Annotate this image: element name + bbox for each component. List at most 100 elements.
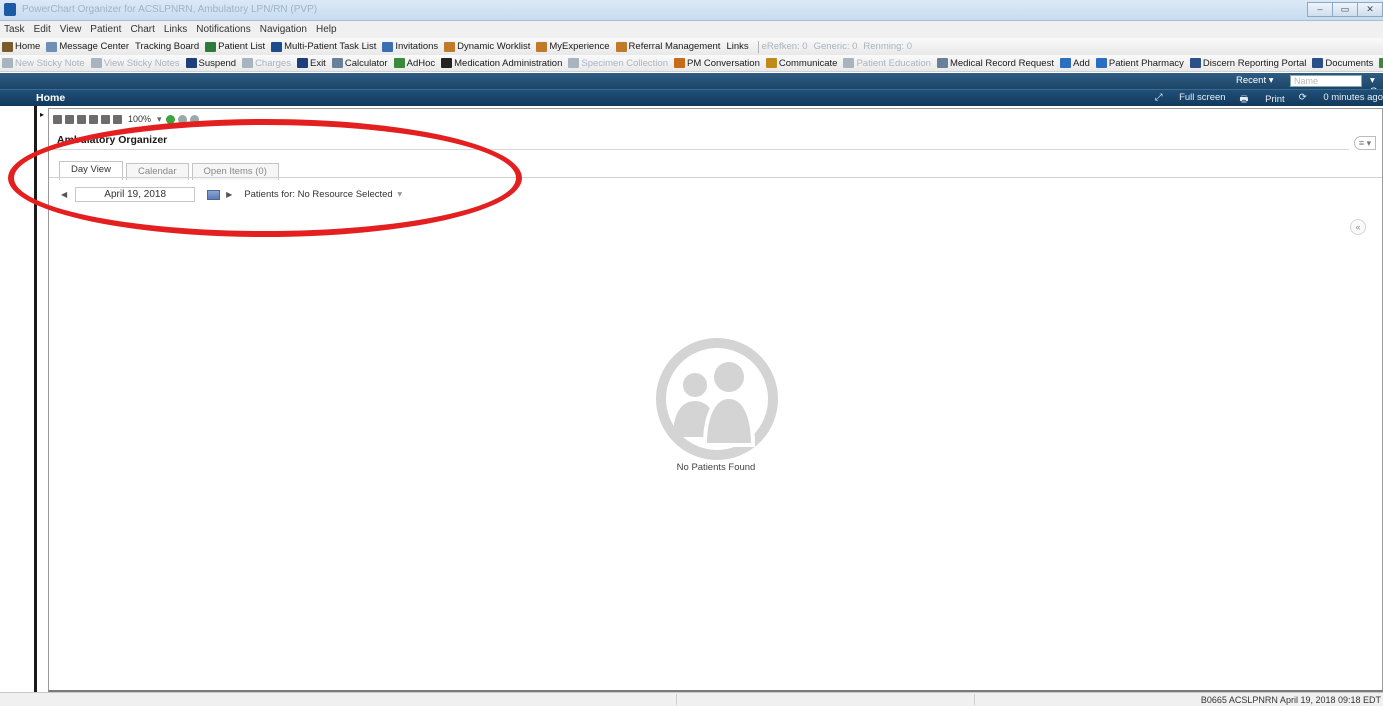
toolbar-item-label: Multi-Patient Task List	[284, 41, 377, 52]
collapse-panel-button[interactable]: «	[1350, 219, 1366, 235]
calculator-icon	[331, 58, 343, 68]
toolbar-counter[interactable]: Generic: 0	[814, 41, 858, 52]
toolbar-item-label: Documents	[1325, 57, 1374, 69]
status-divider	[974, 694, 975, 705]
menu-navigation[interactable]: Navigation	[260, 24, 307, 35]
toolbar1-links-button[interactable]: Links	[726, 41, 748, 52]
toolbar2-patient-education-button[interactable]: Patient Education	[843, 58, 931, 69]
toolbar-item-label: Discern Reporting Portal	[1202, 57, 1307, 69]
toolbar1-invitations-button[interactable]: Invitations	[382, 41, 438, 52]
toolbar2-patient-pharmacy-button[interactable]: Patient Pharmacy	[1095, 57, 1184, 69]
toolbar1-dynamic-worklist-button[interactable]: Dynamic Worklist	[444, 41, 530, 52]
record-request-icon	[936, 58, 948, 68]
full-screen-button[interactable]: ⤢ Full screen	[1155, 92, 1226, 108]
print-preview-icon[interactable]	[77, 114, 86, 124]
toolbar1-referral-management-button[interactable]: Referral Management	[615, 41, 721, 52]
toolbar2-new-sticky-note-button[interactable]: New Sticky Note	[2, 58, 85, 69]
toolbar-counter[interactable]: eRefken: 0	[762, 41, 808, 52]
resource-selector[interactable]: Patients for: No Resource Selected ▾	[244, 189, 402, 200]
toolbar2-specimen-collection-button[interactable]: Specimen Collection	[568, 58, 668, 69]
binoculars-icon[interactable]	[53, 114, 62, 124]
toolbar2-pm-conversation-button[interactable]: PM Conversation	[673, 58, 760, 69]
stop-icon[interactable]	[177, 114, 187, 124]
add-icon	[1059, 58, 1071, 68]
toolbar-counter[interactable]: Renming: 0	[863, 41, 912, 52]
calendar-icon[interactable]	[207, 189, 221, 200]
organizer-menu-button[interactable]: ≡ ▾	[1354, 136, 1376, 150]
close-button[interactable]: ✕	[1357, 2, 1383, 17]
toolbar2-view-sticky-notes-button[interactable]: View Sticky Notes	[90, 57, 180, 69]
patient-search-input[interactable]: Name	[1290, 75, 1362, 87]
toolbar2-add-button[interactable]: Add	[1059, 58, 1090, 69]
menu-view[interactable]: View	[60, 24, 82, 35]
expand-sidebar-icon[interactable]: ▸	[40, 110, 44, 119]
status-text: B0665 ACSLPNRN April 19, 2018 09:18 EDT	[1200, 695, 1381, 705]
refresh-icon[interactable]	[189, 114, 199, 124]
status-bar: B0665 ACSLPNRN April 19, 2018 09:18 EDT	[0, 692, 1383, 706]
menu-chart[interactable]: Chart	[130, 24, 154, 35]
date-field[interactable]: April 19, 2018	[75, 187, 196, 202]
menu-patient[interactable]: Patient	[90, 24, 121, 35]
price-inquiry-icon	[1379, 58, 1383, 68]
documents-icon	[1312, 58, 1324, 68]
suspend-icon	[185, 58, 197, 68]
menu-notifications[interactable]: Notifications	[196, 24, 250, 35]
toolbar2-adhoc-button[interactable]: AdHoc	[393, 57, 436, 69]
toolbar2-suspend-button[interactable]: Suspend	[185, 57, 237, 69]
toolbar-separator	[757, 40, 759, 53]
print-icon[interactable]	[89, 114, 98, 124]
toolbar1-patient-list-button[interactable]: Patient List	[205, 41, 265, 52]
chevron-down-icon: ▾	[394, 189, 403, 200]
toolbar1-multi-patient-task-list-button[interactable]: Multi-Patient Task List	[271, 41, 376, 52]
charges-icon	[242, 58, 254, 68]
menu-task[interactable]: Task	[4, 24, 25, 35]
toolbar-item-label: Patient Pharmacy	[1108, 57, 1184, 69]
toolbar2-charges-button[interactable]: Charges	[242, 58, 291, 69]
toolbar1-home-button[interactable]: Home	[2, 41, 40, 52]
no-patients-icon	[656, 338, 778, 460]
minimize-button[interactable]: –	[1307, 2, 1333, 17]
toolbar2-communicate-button[interactable]: Communicate	[765, 58, 837, 69]
zoom-out-icon[interactable]	[113, 114, 122, 124]
zoom-dropdown-icon[interactable]: ▾	[157, 114, 162, 125]
toolbar1-tracking-board-button[interactable]: Tracking Board	[135, 41, 199, 52]
zoom-in-icon[interactable]	[101, 114, 110, 124]
toolbar-item-label: AdHoc	[406, 57, 436, 69]
go-icon[interactable]	[165, 114, 175, 124]
print-label: Print	[1265, 94, 1285, 105]
date-navigator: ◀ April 19, 2018 ▶ Patients for: No Reso…	[61, 187, 402, 202]
sticky-notes-icon	[90, 58, 102, 68]
sticky-note-icon	[2, 58, 13, 68]
toolbar1-myexperience-button[interactable]: MyExperience	[536, 41, 610, 52]
toolbar2-medical-record-request-button[interactable]: Medical Record Request	[936, 58, 1054, 69]
secondary-toolbar: New Sticky Note View Sticky Notes Suspend C…	[0, 55, 1383, 72]
next-day-button[interactable]: ▶	[226, 190, 232, 199]
maximize-button[interactable]: ▭	[1332, 2, 1358, 17]
refresh-button[interactable]: ⟳ 0 minutes ago	[1299, 92, 1383, 108]
menu-help[interactable]: Help	[316, 24, 337, 35]
previous-day-button[interactable]: ◀	[61, 190, 67, 199]
toolbar2-discern-reporting-portal-button[interactable]: Discern Reporting Portal	[1189, 57, 1307, 69]
referral-icon	[615, 41, 627, 52]
med-admin-icon	[441, 58, 453, 68]
toolbar-item-label: MyExperience	[549, 41, 610, 52]
zoom-level-select[interactable]: 100%	[128, 114, 151, 124]
toolbar2-documents-button[interactable]: Documents	[1312, 58, 1373, 69]
toolbar2-calculator-button[interactable]: Calculator	[331, 58, 388, 69]
recent-button[interactable]: Recent ▾	[1236, 75, 1274, 86]
toolbar-item-label: Referral Management	[628, 41, 721, 52]
toolbar2-medication-administration-button[interactable]: Medication Administration	[441, 58, 562, 69]
page-icon[interactable]	[65, 114, 74, 124]
toolbar1-message-center-button[interactable]: Message Center	[46, 41, 129, 52]
toolbar-item-label: Message Center	[59, 41, 130, 52]
print-button[interactable]: 🖶 Print	[1240, 92, 1285, 108]
toolbar-item-label: Exit	[309, 57, 326, 69]
toolbar2-price-inquiry-button[interactable]: Price Inquiry	[1379, 58, 1383, 69]
menu-links[interactable]: Links	[164, 24, 187, 35]
toolbar-item-label: View Sticky Notes	[103, 57, 180, 69]
menu-bar: Task Edit View Patient Chart Links Notif…	[0, 21, 1383, 38]
toolbar-item-label: Suspend	[198, 57, 237, 69]
toolbar-item-label: Links	[726, 41, 749, 52]
menu-edit[interactable]: Edit	[34, 24, 51, 35]
toolbar2-exit-button[interactable]: Exit	[296, 57, 326, 69]
